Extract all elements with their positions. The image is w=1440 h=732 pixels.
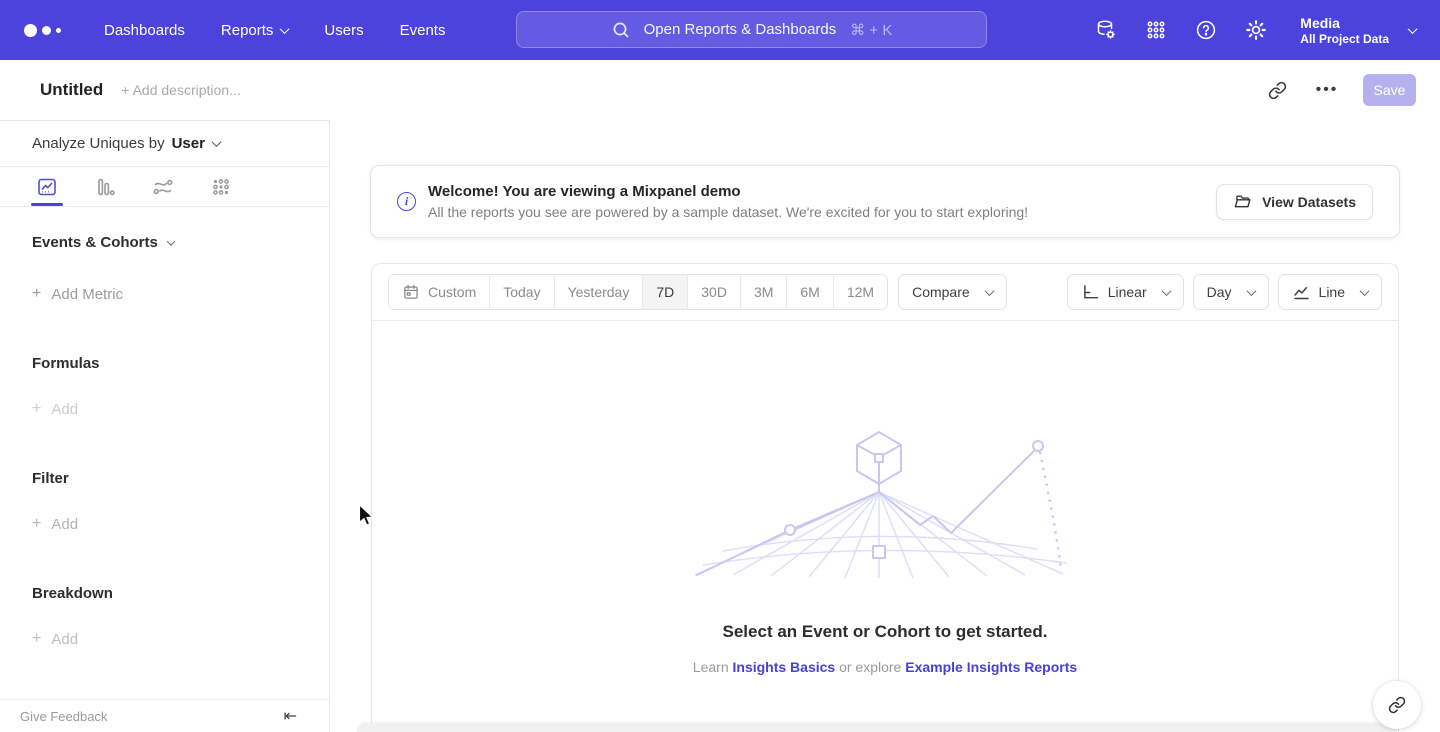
empty-state-subtext: Learn Insights Basics or explore Example… <box>693 659 1077 675</box>
search-shortcut: ⌘ + K <box>850 21 892 39</box>
add-metric-button[interactable]: + Add Metric <box>32 285 329 303</box>
chart-type-dropdown[interactable]: Line <box>1278 274 1382 310</box>
events-cohorts-section-header[interactable]: Events & Cohorts <box>32 234 329 251</box>
nav-users[interactable]: Users <box>324 22 363 39</box>
range-6m[interactable]: 6M <box>787 275 833 309</box>
sidebar-footer: Give Feedback ⇤ <box>0 699 329 732</box>
report-title[interactable]: Untitled <box>40 80 103 100</box>
mixpanel-logo[interactable] <box>24 24 76 37</box>
bottom-table-peek[interactable] <box>357 723 1397 732</box>
analyze-uniques-row: Analyze Uniques by User <box>0 121 329 167</box>
tab-retention-icon[interactable] <box>204 167 238 206</box>
analyze-label: Analyze Uniques by <box>32 135 165 152</box>
plus-icon: + <box>32 285 41 303</box>
tab-insights-icon[interactable] <box>30 167 64 206</box>
visualization-tabs <box>0 167 329 207</box>
line-chart-icon <box>1292 283 1311 302</box>
more-options-button[interactable]: ••• <box>1313 76 1341 104</box>
range-12m[interactable]: 12M <box>834 275 887 309</box>
filter-section-header: Filter <box>32 470 329 487</box>
nav-dashboards[interactable]: Dashboards <box>104 22 185 39</box>
nav-reports[interactable]: Reports <box>221 22 289 39</box>
empty-state-illustration <box>695 425 1075 580</box>
nav-events[interactable]: Events <box>400 22 446 39</box>
settings-icon[interactable] <box>1244 18 1268 42</box>
apps-grid-icon[interactable] <box>1144 18 1168 42</box>
banner-subtitle: All the reports you see are powered by a… <box>428 204 1028 220</box>
tab-flows-icon[interactable] <box>146 167 180 206</box>
chevron-down-icon <box>1161 286 1171 296</box>
add-filter-button[interactable]: + Add <box>32 515 329 533</box>
plus-icon: + <box>32 630 41 648</box>
range-custom[interactable]: Custom <box>389 275 490 309</box>
plus-icon: + <box>32 515 41 533</box>
give-feedback-link[interactable]: Give Feedback <box>20 709 107 724</box>
report-card: Custom Today Yesterday 7D 30D 3M 6M 12M … <box>371 263 1399 732</box>
query-builder-sidebar: Analyze Uniques by User <box>0 120 330 732</box>
save-button[interactable]: Save <box>1363 74 1416 106</box>
add-formula-button[interactable]: + Add <box>32 400 329 418</box>
banner-title: Welcome! You are viewing a Mixpanel demo <box>428 183 1028 200</box>
demo-welcome-banner: i Welcome! You are viewing a Mixpanel de… <box>370 165 1400 238</box>
project-name: Media <box>1300 14 1389 32</box>
chevron-down-icon <box>211 137 221 147</box>
view-datasets-button[interactable]: View Datasets <box>1216 184 1373 220</box>
top-navigation: Dashboards Reports Users Events Open Rep… <box>0 0 1440 60</box>
breakdown-section-header: Breakdown <box>32 585 329 602</box>
share-link-fab[interactable] <box>1373 681 1421 729</box>
tab-bar-icon[interactable] <box>88 167 122 206</box>
plus-icon: + <box>32 400 41 418</box>
linear-axis-icon <box>1081 283 1100 302</box>
analyze-value-dropdown[interactable]: User <box>172 135 220 152</box>
scale-dropdown[interactable]: Linear <box>1067 274 1184 310</box>
empty-state: Select an Event or Cohort to get started… <box>372 321 1398 675</box>
nav-right-controls: Media All Project Data <box>1094 14 1416 47</box>
search-icon <box>611 20 631 40</box>
chevron-down-icon <box>1408 24 1418 34</box>
insights-basics-link[interactable]: Insights Basics <box>733 659 836 675</box>
copy-link-icon[interactable] <box>1263 76 1291 104</box>
formulas-section-header: Formulas <box>32 355 329 372</box>
search-placeholder: Open Reports & Dashboards <box>644 21 837 38</box>
primary-nav: Dashboards Reports Users Events <box>104 22 445 39</box>
data-management-icon[interactable] <box>1094 18 1118 42</box>
range-30d[interactable]: 30D <box>688 275 741 309</box>
calendar-icon <box>402 283 420 301</box>
collapse-sidebar-icon[interactable]: ⇤ <box>284 706 297 726</box>
chevron-down-icon <box>280 24 290 34</box>
add-breakdown-button[interactable]: + Add <box>32 630 329 648</box>
range-3m[interactable]: 3M <box>741 275 787 309</box>
chevron-down-icon <box>167 237 175 245</box>
range-7d[interactable]: 7D <box>643 275 688 309</box>
empty-state-heading: Select an Event or Cohort to get started… <box>723 622 1048 642</box>
project-switcher[interactable]: Media All Project Data <box>1300 14 1416 47</box>
project-scope: All Project Data <box>1300 32 1389 47</box>
report-header: Untitled + Add description... ••• Save <box>0 60 1440 120</box>
date-range-selector: Custom Today Yesterday 7D 30D 3M 6M 12M <box>388 274 888 310</box>
chevron-down-icon <box>1246 286 1256 296</box>
interval-dropdown[interactable]: Day <box>1193 274 1269 310</box>
range-yesterday[interactable]: Yesterday <box>555 275 644 309</box>
info-icon: i <box>397 192 416 211</box>
chevron-down-icon <box>1360 286 1370 296</box>
help-icon[interactable] <box>1194 18 1218 42</box>
report-toolbar: Custom Today Yesterday 7D 30D 3M 6M 12M … <box>372 264 1398 321</box>
example-insights-reports-link[interactable]: Example Insights Reports <box>905 659 1077 675</box>
range-today[interactable]: Today <box>490 275 554 309</box>
global-search-input[interactable]: Open Reports & Dashboards ⌘ + K <box>516 11 987 48</box>
chevron-down-icon <box>984 286 994 296</box>
folder-icon <box>1233 192 1252 211</box>
report-description-placeholder[interactable]: + Add description... <box>121 82 240 98</box>
compare-button[interactable]: Compare <box>898 274 1007 310</box>
